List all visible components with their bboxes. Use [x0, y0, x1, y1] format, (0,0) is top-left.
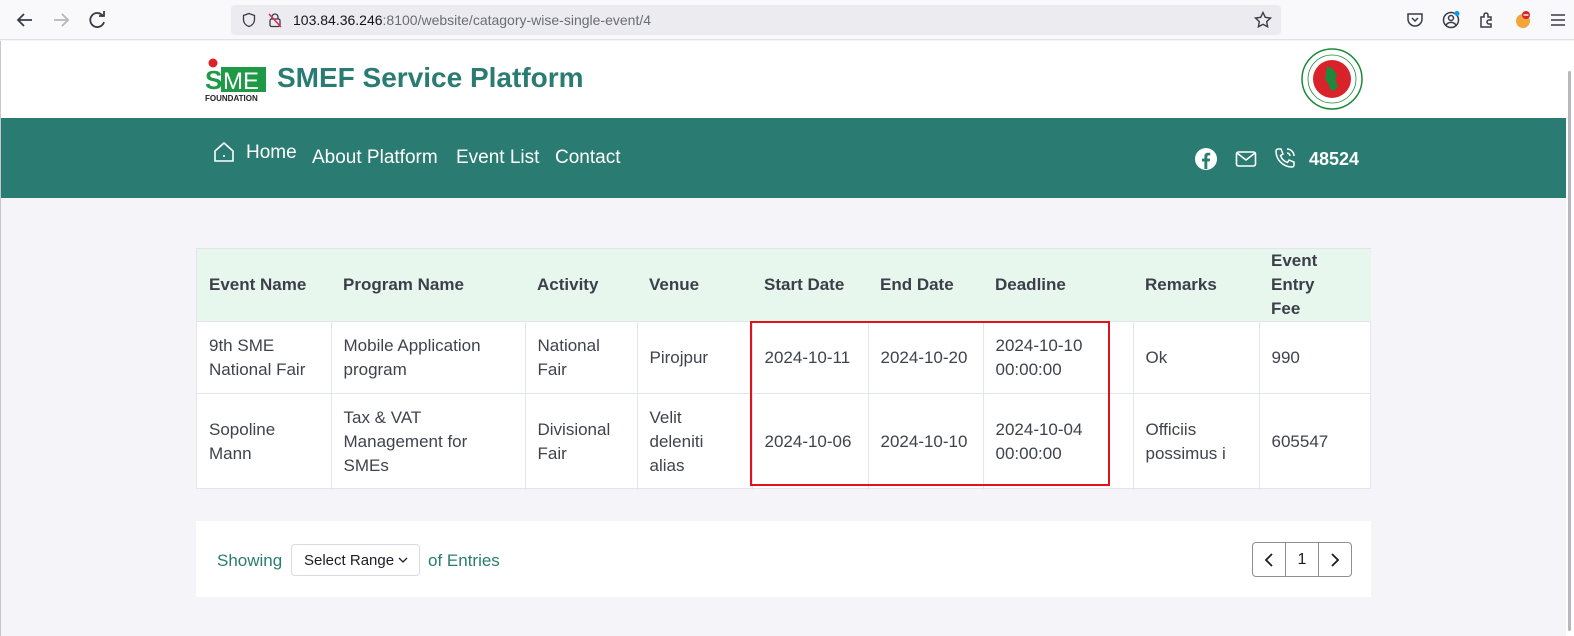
cell-program-name: Mobile Application program: [331, 321, 526, 394]
table-row[interactable]: Sopoline Mann Tax & VAT Management for S…: [197, 393, 1371, 490]
page-navigator: 1: [1252, 542, 1352, 577]
column-header-activity: Activity: [537, 275, 599, 294]
column-header-entry-fee: Event Entry Fee: [1271, 251, 1318, 318]
cell-venue: Pirojpur: [637, 321, 753, 394]
facebook-icon[interactable]: [1194, 147, 1218, 171]
showing-label: Showing: [217, 551, 283, 570]
column-header-event-name: Event Name: [209, 275, 307, 294]
page-scrollbar[interactable]: [1566, 41, 1574, 636]
cell-event-name: 9th SME National Fair: [197, 321, 332, 394]
nav-contact[interactable]: Contact: [555, 147, 620, 169]
column-header-remarks: Remarks: [1145, 275, 1217, 294]
extensions-icon[interactable]: [1477, 10, 1497, 30]
select-range-label: Select Range: [304, 552, 395, 569]
nav-event-list[interactable]: Event List: [456, 147, 539, 169]
back-arrow-icon[interactable]: [13, 8, 37, 32]
email-icon[interactable]: [1234, 147, 1258, 171]
chevron-down-icon: [398, 557, 408, 563]
account-icon[interactable]: [1441, 10, 1461, 30]
cell-deadline: 2024-10-10 00:00:00: [983, 321, 1134, 394]
insecure-lock-icon[interactable]: [267, 12, 283, 28]
phone-number[interactable]: 48524: [1309, 149, 1359, 170]
next-page-button[interactable]: [1319, 543, 1351, 576]
sme-foundation-logo[interactable]: S ME FOUNDATION: [204, 58, 268, 102]
cell-start-date: 2024-10-06: [752, 393, 869, 490]
cell-remarks: Officiis possimus i: [1133, 393, 1260, 490]
cell-end-date: 2024-10-10: [868, 393, 984, 490]
svg-text:S: S: [205, 65, 222, 95]
cell-venue: Velit deleniti alias: [637, 393, 753, 490]
pagination-bar: Showing Select Range of Entries 1: [196, 521, 1371, 597]
url-text[interactable]: 103.84.36.246:8100/website/catagory-wise…: [293, 12, 651, 28]
cell-entry-fee: 990: [1259, 321, 1371, 394]
cell-end-date: 2024-10-20: [868, 321, 984, 394]
column-header-deadline: Deadline: [995, 275, 1066, 294]
cell-entry-fee: 605547: [1259, 393, 1371, 490]
government-seal-icon: [1301, 48, 1363, 110]
column-header-program-name: Program Name: [343, 275, 464, 294]
url-bar[interactable]: 103.84.36.246:8100/website/catagory-wise…: [231, 5, 1281, 35]
nav-about-platform[interactable]: About Platform: [312, 147, 438, 169]
table-header-row: Event Name Program Name Activity Venue S…: [197, 249, 1371, 322]
cell-activity: National Fair: [525, 321, 638, 394]
select-range-dropdown[interactable]: Select Range: [291, 544, 420, 576]
page-number-button[interactable]: 1: [1286, 543, 1319, 576]
phone-icon[interactable]: [1273, 146, 1297, 170]
hamburger-menu-icon[interactable]: [1548, 10, 1568, 30]
addon-icon[interactable]: [1513, 10, 1533, 30]
shield-icon[interactable]: [241, 12, 257, 28]
url-path: :8100/website/catagory-wise-single-event…: [382, 12, 652, 28]
home-icon[interactable]: [212, 140, 236, 164]
events-table-card: Event Name Program Name Activity Venue S…: [196, 248, 1371, 490]
reload-icon[interactable]: [85, 8, 109, 32]
chevron-left-icon: [1264, 552, 1273, 567]
forward-arrow-icon[interactable]: [49, 8, 73, 32]
url-host: 103.84.36.246: [293, 12, 383, 28]
column-header-end-date: End Date: [880, 275, 954, 294]
of-entries-label: of Entries: [428, 551, 500, 570]
svg-text:ME: ME: [223, 68, 259, 95]
cell-activity: Divisional Fair: [525, 393, 638, 490]
prev-page-button[interactable]: [1253, 543, 1286, 576]
main-navbar: Home About Platform Event List Contact 4…: [1, 118, 1566, 198]
column-header-start-date: Start Date: [764, 275, 845, 294]
chevron-right-icon: [1331, 552, 1340, 567]
page-content: S ME FOUNDATION SMEF Service Platform Ho…: [1, 41, 1566, 636]
cell-start-date: 2024-10-11: [752, 321, 869, 394]
cell-program-name: Tax & VAT Management for SMEs: [331, 393, 526, 490]
column-header-venue: Venue: [649, 275, 700, 294]
cell-remarks: Ok: [1133, 321, 1260, 394]
scrollbar-thumb[interactable]: [1568, 71, 1571, 631]
site-header: S ME FOUNDATION SMEF Service Platform: [1, 41, 1566, 118]
pocket-icon[interactable]: [1405, 10, 1425, 30]
site-title[interactable]: SMEF Service Platform: [277, 62, 584, 94]
nav-home[interactable]: Home: [246, 142, 297, 164]
cell-event-name: Sopoline Mann: [197, 393, 332, 490]
events-table: Event Name Program Name Activity Venue S…: [197, 249, 1371, 490]
table-row[interactable]: 9th SME National Fair Mobile Application…: [197, 321, 1371, 394]
svg-text:FOUNDATION: FOUNDATION: [205, 94, 258, 102]
bookmark-star-icon[interactable]: [1253, 10, 1273, 30]
browser-toolbar: 103.84.36.246:8100/website/catagory-wise…: [0, 0, 1574, 40]
cell-deadline: 2024-10-04 00:00:00: [983, 393, 1134, 490]
